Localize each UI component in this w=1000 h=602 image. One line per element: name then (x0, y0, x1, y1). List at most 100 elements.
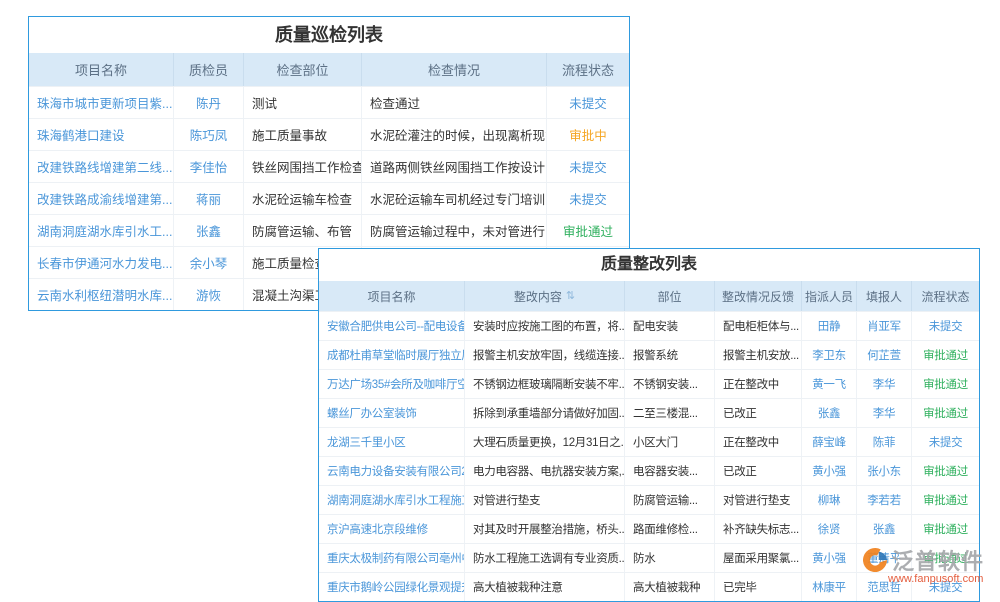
assignee-link[interactable]: 徐贤 (801, 515, 856, 543)
flow-status-cell: 审批通过 (911, 370, 979, 398)
column-header-feedback: 整改情况反馈 (714, 281, 801, 311)
inspector-link[interactable]: 李佳怡 (173, 151, 243, 182)
inspector-link[interactable]: 余小琴 (173, 247, 243, 278)
inspect-result-cell: 检查通过 (361, 87, 546, 118)
column-header-label: 整改内容 (514, 288, 562, 305)
reporter-link[interactable]: 李华 (856, 370, 911, 398)
column-header-inspector: 质检员 (173, 53, 243, 86)
feedback-cell: 正在整改中 (714, 370, 801, 398)
project-name-link[interactable]: 螺丝厂办公室装饰 (319, 399, 464, 427)
project-name-link[interactable]: 成都杜甫草堂临时展厅独立展... (319, 341, 464, 369)
inspector-link[interactable]: 张鑫 (173, 215, 243, 246)
rectify-content-cell: 对其及时开展整治措施，桥头... (464, 515, 624, 543)
project-name-link[interactable]: 龙湖三千里小区 (319, 428, 464, 456)
flow-status-cell: 审批通过 (911, 515, 979, 543)
table-row: 改建铁路线增建第二线...李佳怡铁丝网围挡工作检查道路两侧铁丝网围挡工作按设计.… (29, 150, 629, 182)
project-name-link[interactable]: 长春市伊通河水力发电... (29, 247, 173, 278)
part-cell: 二至三楼混... (624, 399, 714, 427)
column-header-inspect-result: 检查情况 (361, 53, 546, 86)
inspect-part-cell: 施工质量事故 (243, 119, 361, 150)
inspect-result-cell: 道路两侧铁丝网围挡工作按设计... (361, 151, 546, 182)
column-header-project-name: 项目名称 (319, 281, 464, 311)
project-name-link[interactable]: 珠海市城市更新项目紫... (29, 87, 173, 118)
assignee-link[interactable]: 林康平 (801, 573, 856, 601)
flow-status-cell: 审批通过 (911, 341, 979, 369)
reporter-link[interactable]: 张鑫 (856, 515, 911, 543)
column-header-reporter: 填报人 (856, 281, 911, 311)
project-name-link[interactable]: 重庆市鹅岭公园绿化景观提升... (319, 573, 464, 601)
project-name-link[interactable]: 湖南洞庭湖水库引水工程施工I标 (319, 486, 464, 514)
rectification-list-title: 质量整改列表 (319, 249, 979, 281)
inspect-part-cell: 铁丝网围挡工作检查 (243, 151, 361, 182)
assignee-link[interactable]: 李卫东 (801, 341, 856, 369)
assignee-link[interactable]: 柳琳 (801, 486, 856, 514)
assignee-link[interactable]: 田静 (801, 312, 856, 340)
assignee-link[interactable]: 薛宝峰 (801, 428, 856, 456)
reporter-link[interactable]: 肖亚军 (856, 312, 911, 340)
inspector-link[interactable]: 陈丹 (173, 87, 243, 118)
table-row: 改建铁路成渝线增建第...蒋丽水泥砼运输车检查水泥砼运输车司机经过专门培训...… (29, 182, 629, 214)
inspect-part-cell: 测试 (243, 87, 361, 118)
reporter-link[interactable]: 何芷萱 (856, 341, 911, 369)
project-name-link[interactable]: 安徽合肥供电公司--配电设备... (319, 312, 464, 340)
project-name-link[interactable]: 湖南洞庭湖水库引水工... (29, 215, 173, 246)
flow-status-cell: 审批通过 (911, 399, 979, 427)
project-name-link[interactable]: 万达广场35#会所及咖啡厅空... (319, 370, 464, 398)
table-row: 珠海鹤港口建设陈巧凤施工质量事故水泥砼灌注的时候，出现离析现象审批中 (29, 118, 629, 150)
column-header-flow-status: 流程状态 (546, 53, 629, 86)
table-row: 万达广场35#会所及咖啡厅空...不锈钢边框玻璃隔断安装不牢...不锈钢安装..… (319, 369, 979, 398)
feedback-cell: 正在整改中 (714, 428, 801, 456)
feedback-cell: 补齐缺失标志... (714, 515, 801, 543)
sort-icon[interactable]: ⇅ (566, 291, 575, 302)
table-row: 安徽合肥供电公司--配电设备...安装时应按施工图的布置，将...配电安装配电柜… (319, 311, 979, 340)
reporter-link[interactable]: 李华 (856, 399, 911, 427)
project-name-link[interactable]: 云南水利枢纽潜明水库... (29, 279, 173, 310)
table-row: 湖南洞庭湖水库引水工...张鑫防腐管运输、布管防腐管运输过程中，未对管进行...… (29, 214, 629, 246)
column-header-label: 流程状态 (562, 60, 614, 79)
part-cell: 防水 (624, 544, 714, 572)
fanpu-watermark: 泛普软件 www.fanpusoft.com (860, 544, 984, 585)
inspect-part-cell: 水泥砼运输车检查 (243, 183, 361, 214)
column-header-label: 指派人员 (805, 288, 853, 305)
feedback-cell: 屋面采用聚氯... (714, 544, 801, 572)
table-row: 湖南洞庭湖水库引水工程施工I标对管进行垫支防腐管运输...对管进行垫支柳琳李若若… (319, 485, 979, 514)
project-name-link[interactable]: 云南电力设备安装有限公司20... (319, 457, 464, 485)
assignee-link[interactable]: 张鑫 (801, 399, 856, 427)
flow-status-cell: 审批通过 (911, 486, 979, 514)
table-row: 京沪高速北京段维修对其及时开展整治措施，桥头...路面维修检...补齐缺失标志.… (319, 514, 979, 543)
inspect-result-cell: 防腐管运输过程中，未对管进行... (361, 215, 546, 246)
assignee-link[interactable]: 黄小强 (801, 457, 856, 485)
reporter-link[interactable]: 张小东 (856, 457, 911, 485)
table-row: 龙湖三千里小区大理石质量更换，12月31日之...小区大门正在整改中薛宝峰陈菲未… (319, 427, 979, 456)
inspector-link[interactable]: 蒋丽 (173, 183, 243, 214)
inspection-list-title: 质量巡检列表 (29, 17, 629, 53)
part-cell: 不锈钢安装... (624, 370, 714, 398)
column-header-inspect-part: 检查部位 (243, 53, 361, 86)
assignee-link[interactable]: 黄小强 (801, 544, 856, 572)
column-header-label: 检查部位 (276, 60, 328, 79)
column-header-rectify-content[interactable]: 整改内容 ⇅ (464, 281, 624, 311)
column-header-label: 流程状态 (921, 288, 969, 305)
flow-status-cell: 未提交 (546, 87, 629, 118)
part-cell: 路面维修检... (624, 515, 714, 543)
feedback-cell: 报警主机安放... (714, 341, 801, 369)
feedback-cell: 对管进行垫支 (714, 486, 801, 514)
rectify-content-cell: 不锈钢边框玻璃隔断安装不牢... (464, 370, 624, 398)
project-name-link[interactable]: 改建铁路线增建第二线... (29, 151, 173, 182)
inspector-link[interactable]: 陈巧凤 (173, 119, 243, 150)
inspection-table-header: 项目名称质检员检查部位检查情况流程状态 (29, 53, 629, 86)
inspect-result-cell: 水泥砼运输车司机经过专门培训... (361, 183, 546, 214)
rectify-content-cell: 防水工程施工选调有专业资质... (464, 544, 624, 572)
reporter-link[interactable]: 陈菲 (856, 428, 911, 456)
assignee-link[interactable]: 黄一飞 (801, 370, 856, 398)
project-name-link[interactable]: 改建铁路成渝线增建第... (29, 183, 173, 214)
project-name-link[interactable]: 重庆太极制药有限公司亳州中... (319, 544, 464, 572)
watermark-brand-text: 泛普软件 (892, 544, 984, 576)
table-row: 云南电力设备安装有限公司20...电力电容器、电抗器安装方案,...电容器安装.… (319, 456, 979, 485)
flow-status-cell: 未提交 (911, 428, 979, 456)
project-name-link[interactable]: 珠海鹤港口建设 (29, 119, 173, 150)
reporter-link[interactable]: 李若若 (856, 486, 911, 514)
project-name-link[interactable]: 京沪高速北京段维修 (319, 515, 464, 543)
flow-status-cell: 未提交 (911, 312, 979, 340)
inspector-link[interactable]: 游恢 (173, 279, 243, 310)
